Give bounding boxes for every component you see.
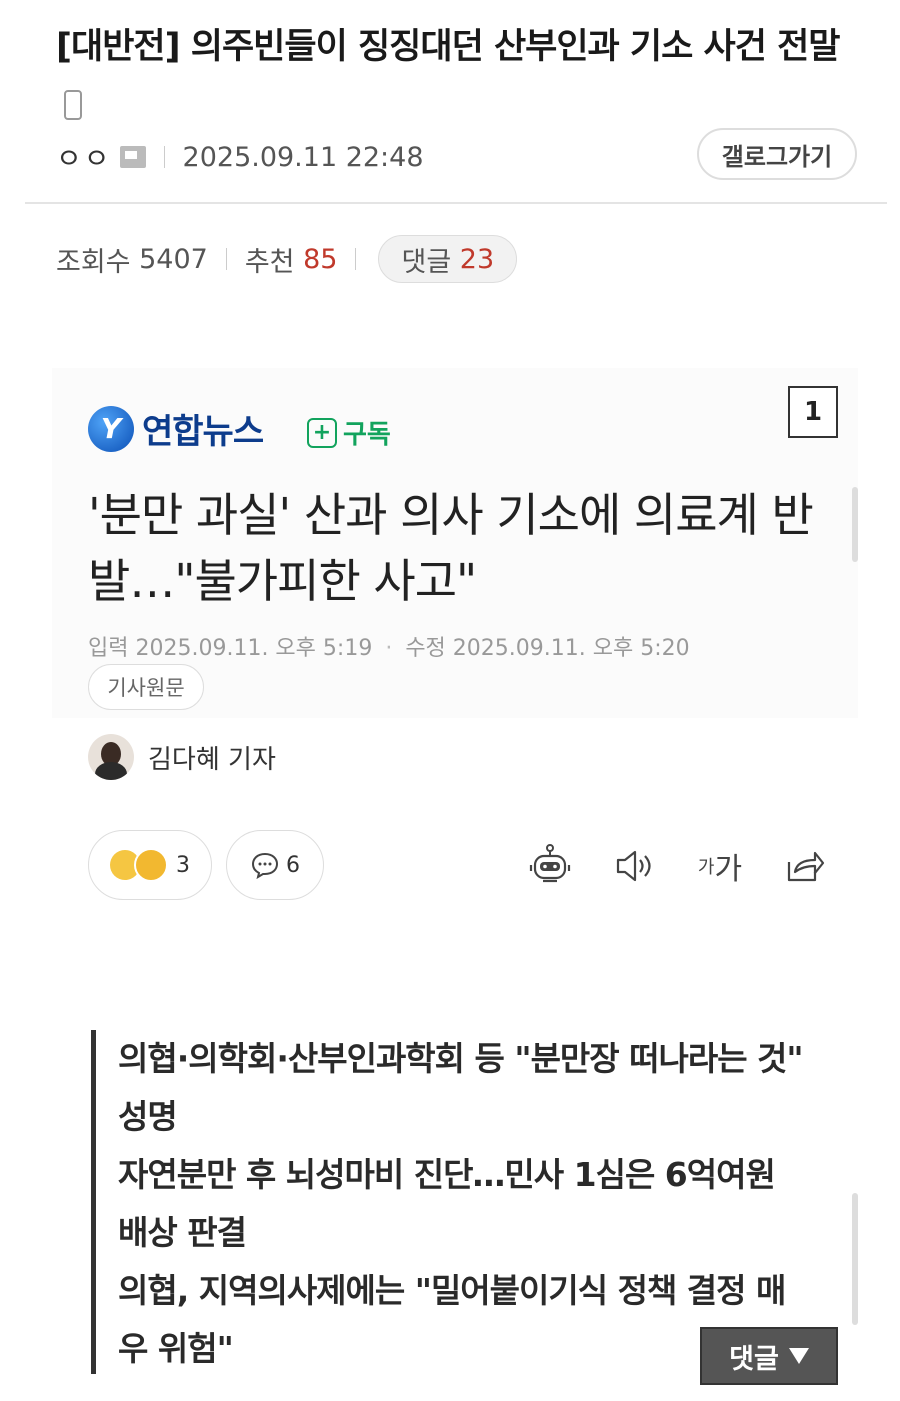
plus-icon: + — [307, 417, 337, 448]
reporter-name: 김다혜 기자 — [148, 744, 276, 775]
dot-separator: · — [385, 636, 393, 661]
comments-count: 23 — [459, 243, 495, 275]
smile-emoji-icon — [134, 848, 168, 882]
comments-label: 댓글 — [401, 246, 452, 278]
post-title-text: [대반전] 의주빈들이 징징대던 산부인과 기소 사건 전말 — [56, 27, 841, 67]
divider — [163, 146, 165, 168]
views-label: 조회수 — [56, 246, 131, 278]
recommend-label: 추천 — [244, 246, 295, 278]
header-divider — [25, 202, 887, 204]
post-title: [대반전] 의주빈들이 징징대던 산부인과 기소 사건 전말 — [56, 18, 856, 134]
page-number-badge: 1 — [788, 386, 838, 438]
scrollbar[interactable] — [852, 487, 858, 562]
original-article-button[interactable]: 기사원문 — [88, 664, 204, 710]
floating-comment-button[interactable]: 댓글 — [700, 1327, 838, 1385]
article-headline: '분만 과실' 산과 의사 기소에 의료계 반발…"불가피한 사고" — [88, 488, 814, 608]
gallog-button[interactable]: 갤로그가기 — [697, 128, 857, 180]
triangle-down-icon — [788, 1348, 809, 1364]
share-icon[interactable] — [780, 842, 828, 890]
news-source-name: 연합뉴스 — [142, 412, 264, 452]
reporter-info[interactable]: 김다혜 기자 — [88, 734, 276, 780]
article-summary: 의협·의학회·산부인과학회 등 "분만장 떠나라는 것" 성명 자연분만 후 뇌… — [118, 1030, 808, 1378]
speech-bubble-icon — [251, 852, 279, 879]
author-name[interactable]: ㅇㅇ — [56, 137, 112, 177]
input-label: 입력 — [88, 636, 129, 661]
post-datetime: 2025.09.11 22:48 — [182, 141, 424, 173]
font-size-large-glyph: 가 — [714, 852, 743, 887]
divider — [225, 248, 227, 270]
mobile-icon — [64, 90, 82, 120]
subscribe-button[interactable]: + 구독 — [307, 414, 391, 451]
article-dates: 입력 2025.09.11. 오후 5:19 · 수정 2025.09.11. … — [88, 630, 690, 662]
ai-summary-robot-icon[interactable] — [526, 842, 574, 890]
reporter-avatar — [88, 734, 134, 780]
font-size-icon[interactable]: 가가 — [692, 842, 748, 890]
recommend-count: 85 — [303, 243, 338, 275]
subscribe-label: 구독 — [343, 420, 391, 450]
comment-count: 6 — [286, 852, 300, 878]
comments-pill[interactable]: 댓글 23 — [378, 235, 518, 283]
floating-comment-label: 댓글 — [729, 1343, 779, 1375]
user-badge-icon — [119, 146, 146, 168]
scrollbar[interactable] — [852, 1193, 858, 1325]
views-count: 5407 — [139, 243, 208, 275]
summary-quote-bar — [91, 1030, 96, 1374]
speaker-icon[interactable] — [610, 842, 658, 890]
modified-label: 수정 — [405, 636, 446, 661]
reaction-count: 3 — [176, 852, 190, 878]
comment-button[interactable]: 6 — [226, 830, 324, 900]
input-date: 2025.09.11. 오후 5:19 — [135, 636, 373, 661]
post-meta: ㅇㅇ 2025.09.11 22:48 — [56, 132, 424, 182]
post-stats: 조회수 5407 추천 85 댓글 23 — [56, 232, 518, 286]
reaction-button[interactable]: 3 — [88, 830, 212, 900]
modified-date: 2025.09.11. 오후 5:20 — [452, 636, 690, 661]
news-source-logo[interactable]: Y 연합뉴스 — [88, 404, 264, 453]
font-size-small-glyph: 가 — [697, 857, 715, 878]
summary-line: 의협·의학회·산부인과학회 등 "분만장 떠나라는 것" 성명 — [118, 1039, 804, 1136]
yonhap-logo-icon: Y — [88, 405, 134, 452]
article-actions: 3 6 가가 — [88, 830, 828, 900]
summary-line: 자연분만 후 뇌성마비 진단…민사 1심은 6억여원 배상 판결 — [118, 1155, 776, 1252]
divider — [355, 248, 357, 270]
